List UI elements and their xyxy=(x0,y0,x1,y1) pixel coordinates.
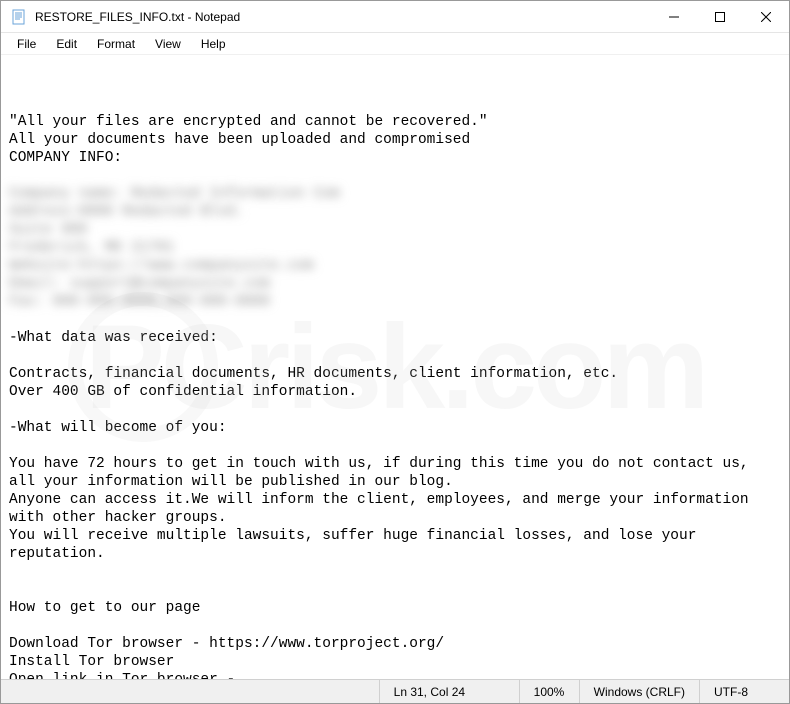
text-line: You have 72 hours to get in touch with u… xyxy=(9,456,757,490)
text-line: Install Tor browser xyxy=(9,654,174,670)
text-area[interactable]: PCrisk.com "All your files are encrypted… xyxy=(1,55,789,679)
close-button[interactable] xyxy=(743,1,789,33)
text-line: COMPANY INFO: xyxy=(9,150,122,166)
titlebar[interactable]: RESTORE_FILES_INFO.txt - Notepad xyxy=(1,1,789,33)
window-controls xyxy=(651,1,789,33)
text-line: "All your files are encrypted and cannot… xyxy=(9,114,488,130)
menu-edit[interactable]: Edit xyxy=(46,35,87,53)
text-line: Anyone can access it.We will inform the … xyxy=(9,492,757,526)
menu-view[interactable]: View xyxy=(145,35,191,53)
notepad-window: RESTORE_FILES_INFO.txt - Notepad File Ed… xyxy=(0,0,790,704)
status-position: Ln 31, Col 24 xyxy=(379,680,519,703)
statusbar: Ln 31, Col 24 100% Windows (CRLF) UTF-8 xyxy=(1,679,789,703)
minimize-button[interactable] xyxy=(651,1,697,33)
status-lineending: Windows (CRLF) xyxy=(579,680,699,703)
text-line: -What will become of you: xyxy=(9,420,227,436)
menubar: File Edit Format View Help xyxy=(1,33,789,55)
status-encoding: UTF-8 xyxy=(699,680,789,703)
maximize-button[interactable] xyxy=(697,1,743,33)
menu-format[interactable]: Format xyxy=(87,35,145,53)
text-line: Over 400 GB of confidential information. xyxy=(9,384,357,400)
window-title: RESTORE_FILES_INFO.txt - Notepad xyxy=(35,10,240,24)
text-line: Open link in Tor browser - xyxy=(9,672,244,679)
text-line: How to get to our page xyxy=(9,600,200,616)
text-line: -What data was received: xyxy=(9,330,218,346)
text-line: All your documents have been uploaded an… xyxy=(9,132,470,148)
status-zoom[interactable]: 100% xyxy=(519,680,579,703)
menu-file[interactable]: File xyxy=(7,35,46,53)
notepad-icon xyxy=(11,9,27,25)
menu-help[interactable]: Help xyxy=(191,35,236,53)
text-line: You will receive multiple lawsuits, suff… xyxy=(9,528,705,562)
text-line: Download Tor browser - https://www.torpr… xyxy=(9,636,444,652)
text-line: Contracts, financial documents, HR docum… xyxy=(9,366,618,382)
redacted-company-info: Company name: Redacted Information Com A… xyxy=(9,186,340,310)
